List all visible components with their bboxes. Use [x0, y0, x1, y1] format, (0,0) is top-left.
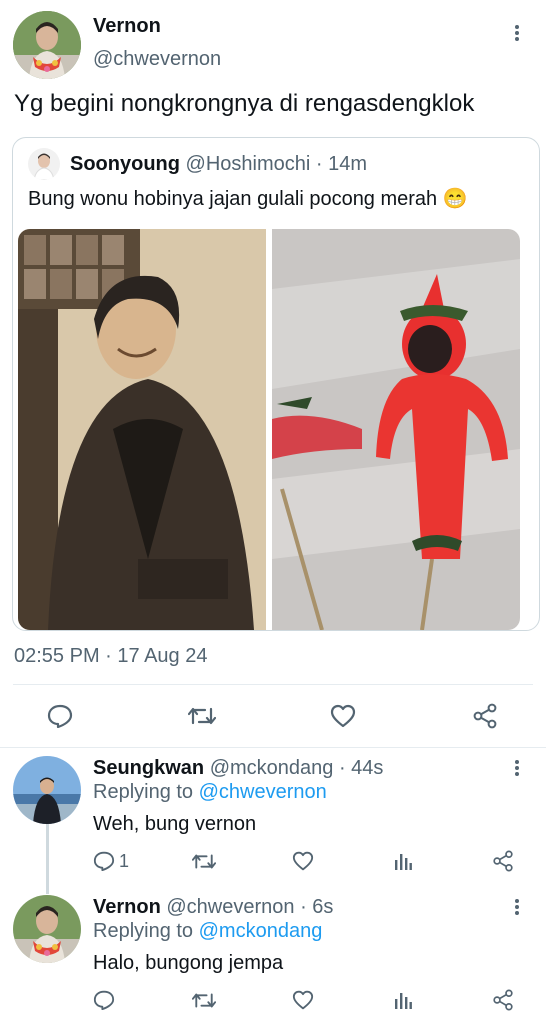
quoted-photo-left[interactable] — [18, 229, 266, 630]
quoted-photo-right[interactable] — [272, 229, 520, 630]
quoted-time: · 14m — [315, 153, 368, 175]
reply2-author-handle[interactable]: @chwevernon — [166, 896, 294, 918]
reply2-replying-prefix: Replying to — [93, 920, 194, 942]
reply1-reply-count: 1 — [119, 851, 130, 871]
retweet-icon[interactable] — [191, 849, 217, 873]
avatar-soonyoung — [28, 148, 60, 180]
quoted-tweet-text: Bung wonu hobinya jajan gulali pocong me… — [28, 188, 468, 210]
main-author-name[interactable]: Vernon — [93, 15, 161, 38]
share-icon[interactable] — [491, 849, 515, 873]
photo-gap — [266, 229, 272, 630]
main-author-handle[interactable]: @chwevernon — [93, 48, 221, 71]
main-timestamp: 02:55 PM · 17 Aug 24 — [14, 645, 208, 667]
more-icon[interactable] — [506, 896, 528, 918]
reply1-replying-line: Replying to @chwevernon — [93, 781, 327, 804]
quoted-author-name[interactable]: Soonyoung — [70, 153, 180, 175]
reply1-time: · 44s — [338, 757, 384, 779]
reply1-replying-prefix: Replying to — [93, 781, 194, 803]
reply1-header: Seungkwan @mckondang · 44s — [93, 757, 383, 780]
like-icon[interactable] — [291, 849, 315, 873]
share-icon[interactable] — [470, 701, 500, 731]
reply2-header: Vernon @chwevernon · 6s — [93, 896, 333, 919]
retweet-icon[interactable] — [191, 988, 217, 1012]
avatar-vernon[interactable] — [13, 11, 81, 79]
quoted-tweet-card[interactable]: Soonyoung @Hoshimochi · 14m Bung wonu ho… — [12, 137, 540, 631]
quoted-author-handle[interactable]: @Hoshimochi — [186, 153, 311, 175]
divider — [0, 747, 546, 748]
reply-icon[interactable] — [92, 849, 116, 873]
reply2-time: · 6s — [300, 896, 334, 918]
reply-icon[interactable] — [92, 988, 116, 1012]
retweet-icon[interactable] — [187, 701, 217, 731]
reply2-author-name[interactable]: Vernon — [93, 896, 161, 918]
more-icon[interactable] — [506, 757, 528, 779]
reply1-author-handle[interactable]: @mckondang — [210, 757, 334, 779]
views-icon[interactable] — [391, 849, 415, 873]
reply2-text: Halo, bungong jempa — [93, 952, 284, 974]
like-icon[interactable] — [328, 701, 358, 731]
divider — [13, 684, 533, 685]
thread-line — [46, 824, 49, 894]
avatar-seungkwan[interactable] — [13, 756, 81, 824]
reply2-replying-to-link[interactable]: @mckondang — [199, 920, 323, 942]
reply1-text: Weh, bung vernon — [93, 813, 257, 835]
reply2-replying-line: Replying to @mckondang — [93, 920, 322, 943]
main-tweet-text: Yg begini nongkrongnya di rengasdengklok — [14, 90, 475, 117]
more-icon[interactable] — [506, 22, 528, 44]
avatar-vernon[interactable] — [13, 895, 81, 963]
reply1-replying-to-link[interactable]: @chwevernon — [199, 781, 327, 803]
share-icon[interactable] — [491, 988, 515, 1012]
quoted-header: Soonyoung @Hoshimochi · 14m — [70, 153, 367, 176]
reply-icon[interactable] — [45, 701, 75, 731]
reply1-author-name[interactable]: Seungkwan — [93, 757, 204, 779]
like-icon[interactable] — [291, 988, 315, 1012]
views-icon[interactable] — [391, 988, 415, 1012]
